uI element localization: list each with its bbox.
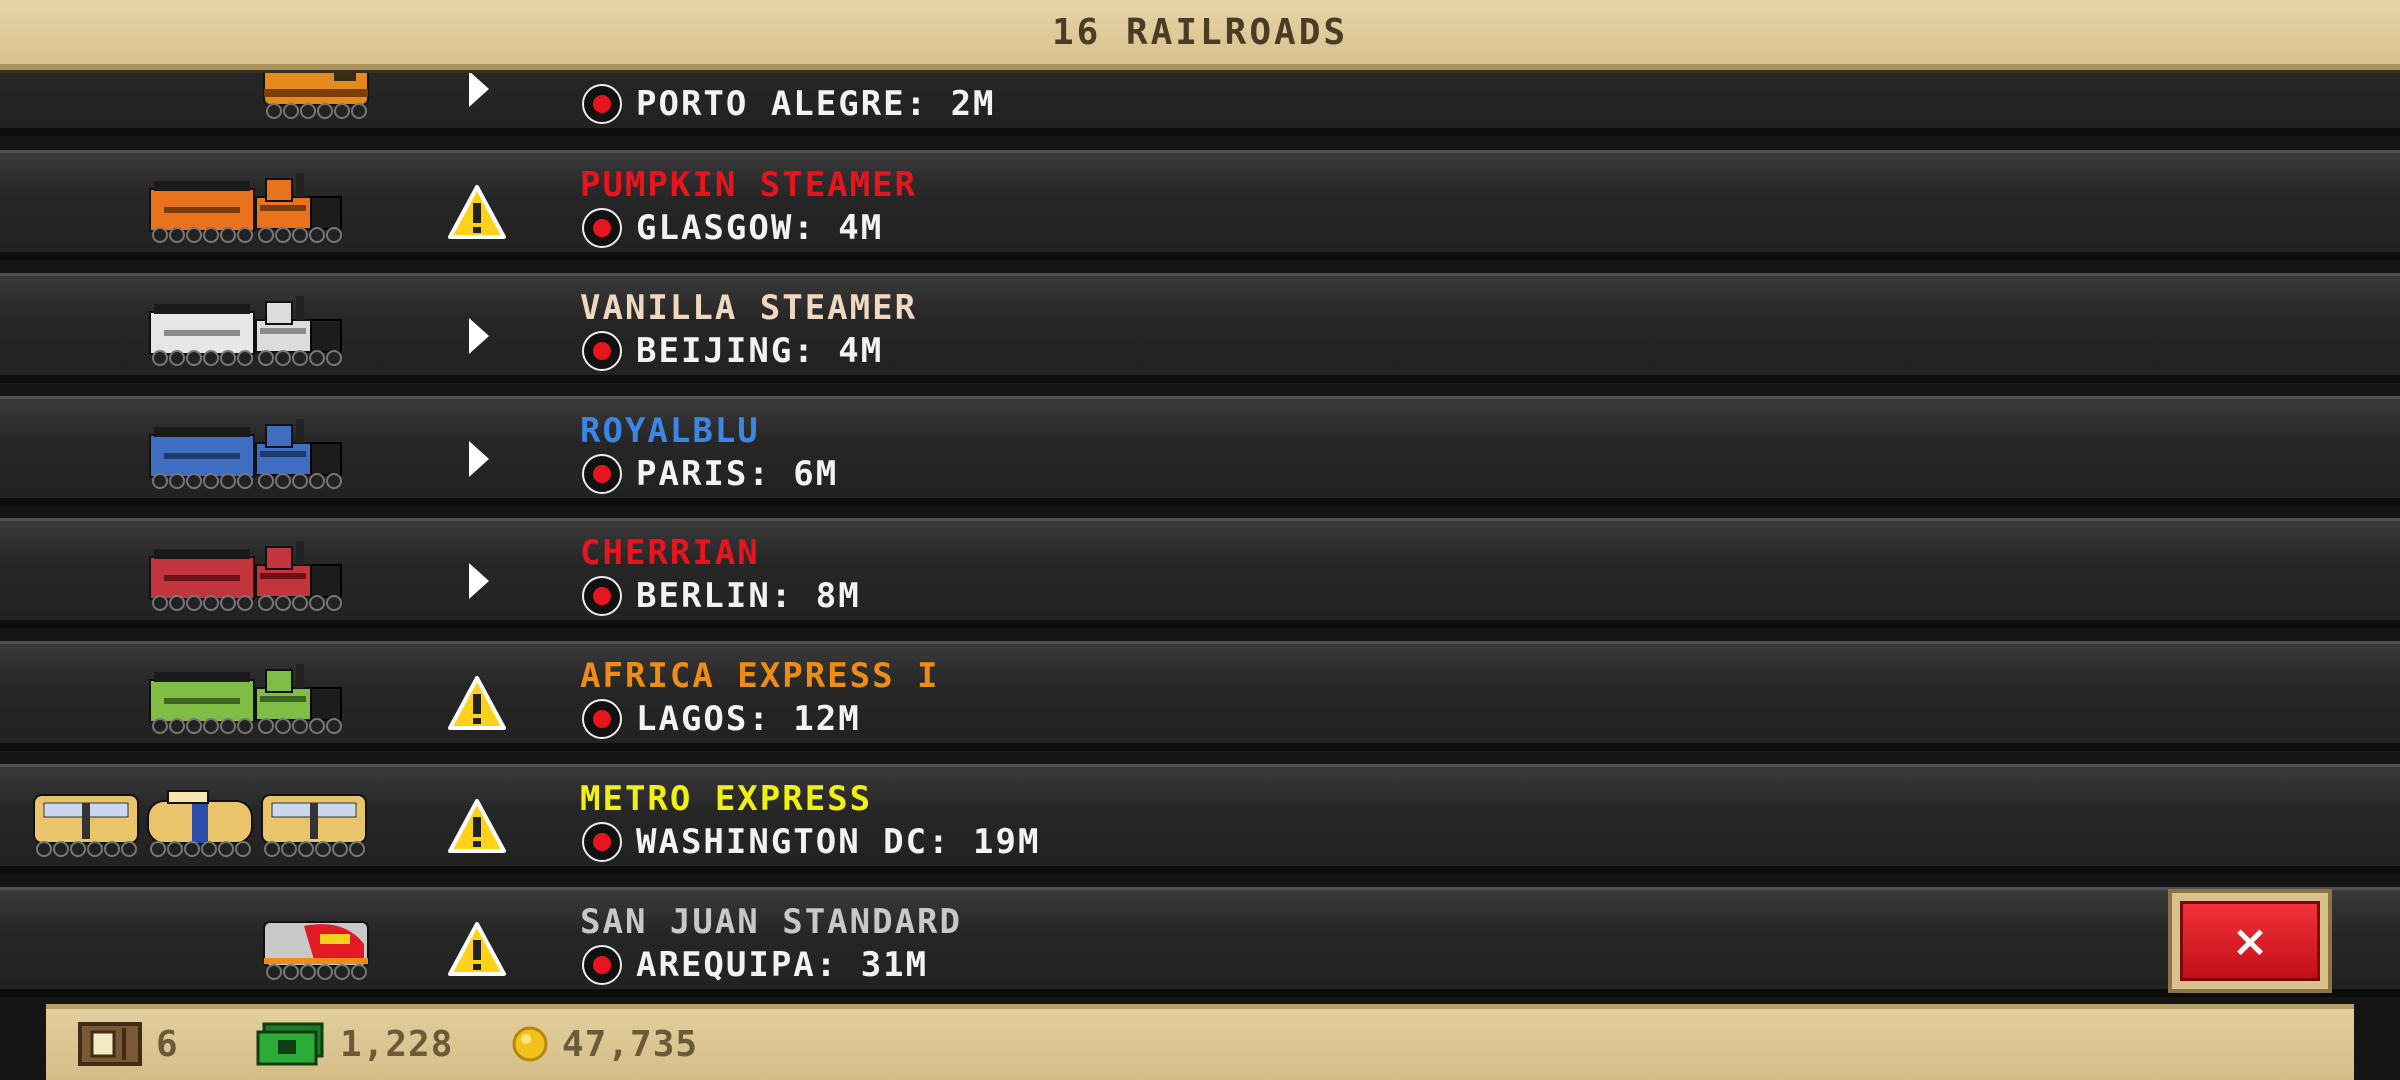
stat-warehouse: 6 [78, 1019, 179, 1069]
cash-value: 1,228 [340, 1023, 454, 1065]
train-row[interactable]: ROYALBLU PARIS: 6M [0, 396, 2400, 506]
destination-label: LAGOS: 12M [636, 699, 861, 739]
train-destination: LAGOS: 12M [582, 699, 861, 739]
coins-value: 47,735 [562, 1023, 699, 1065]
destination-label: WASHINGTON DC: 19M [636, 822, 1041, 862]
train-row[interactable]: PORTO ALEGRE: 2M [0, 70, 2400, 136]
train-row[interactable]: SAN JUAN STANDARD AREQUIPA: 31M [0, 887, 2400, 997]
train-name: PUMPKIN STEAMER [580, 165, 918, 205]
railroad-list[interactable]: PORTO ALEGRE: 2M PUMPKIN STEAMER GLASGOW:… [0, 70, 2400, 1000]
train-destination: BEIJING: 4M [582, 331, 883, 371]
train-name: VANILLA STEAMER [580, 288, 918, 328]
destination-label: GLASGOW: 4M [636, 208, 884, 248]
train-destination: PORTO ALEGRE: 2M [582, 84, 996, 124]
warning-icon[interactable] [447, 674, 507, 734]
train-name: ROYALBLU [580, 411, 760, 451]
destination-pin-icon [582, 331, 622, 371]
warning-icon[interactable] [447, 797, 507, 857]
destination-pin-icon [582, 576, 622, 616]
destination-label: BEIJING: 4M [636, 331, 884, 371]
destination-label: AREQUIPA: 31M [636, 945, 929, 985]
train-sprite [148, 413, 372, 495]
close-button[interactable]: × [2168, 889, 2332, 993]
destination-label: BERLIN: 8M [636, 576, 861, 616]
train-sprite [148, 290, 372, 372]
train-name: AFRICA EXPRESS I [580, 656, 940, 696]
box-icon [78, 1022, 142, 1066]
train-destination: WASHINGTON DC: 19M [582, 822, 1040, 862]
destination-label: PARIS: 6M [636, 454, 839, 494]
train-sprite [148, 167, 372, 249]
close-icon: × [2180, 901, 2320, 981]
train-destination: AREQUIPA: 31M [582, 945, 928, 985]
warning-icon[interactable] [447, 183, 507, 243]
train-row[interactable]: METRO EXPRESS WASHINGTON DC: 19M [0, 764, 2400, 874]
train-sprite [262, 904, 372, 986]
destination-pin-icon [582, 208, 622, 248]
train-sprite [148, 658, 372, 740]
train-name: CHERRIAN [580, 533, 760, 573]
stat-cash: 1,228 [254, 1019, 453, 1069]
stat-coins: 47,735 [512, 1019, 698, 1069]
play-icon[interactable] [447, 429, 507, 489]
warning-icon[interactable] [447, 920, 507, 980]
header-bar: 16 RAILROADS [0, 0, 2400, 70]
destination-pin-icon [582, 699, 622, 739]
destination-label: PORTO ALEGRE: 2M [636, 84, 996, 124]
destination-pin-icon [582, 84, 622, 124]
destination-pin-icon [582, 822, 622, 862]
play-icon[interactable] [447, 306, 507, 366]
train-destination: BERLIN: 8M [582, 576, 861, 616]
footer-bar: 6 1,228 47,735 [46, 1004, 2354, 1080]
destination-pin-icon [582, 454, 622, 494]
train-row[interactable]: AFRICA EXPRESS I LAGOS: 12M [0, 641, 2400, 751]
train-row[interactable]: VANILLA STEAMER BEIJING: 4M [0, 273, 2400, 383]
train-sprite [262, 70, 372, 125]
play-icon[interactable] [447, 70, 507, 119]
train-sprite [148, 535, 372, 617]
coin-icon [512, 1026, 548, 1062]
stat-value: 6 [156, 1023, 179, 1065]
play-icon[interactable] [447, 551, 507, 611]
train-destination: PARIS: 6M [582, 454, 838, 494]
train-row[interactable]: CHERRIAN BERLIN: 8M [0, 518, 2400, 628]
train-row[interactable]: PUMPKIN STEAMER GLASGOW: 4M [0, 150, 2400, 260]
train-sprite [32, 781, 372, 863]
train-destination: GLASGOW: 4M [582, 208, 883, 248]
cash-icon [256, 1022, 324, 1066]
train-name: SAN JUAN STANDARD [580, 902, 962, 942]
page-title: 16 RAILROADS [1051, 12, 1349, 53]
train-name: METRO EXPRESS [580, 779, 873, 819]
destination-pin-icon [582, 945, 622, 985]
